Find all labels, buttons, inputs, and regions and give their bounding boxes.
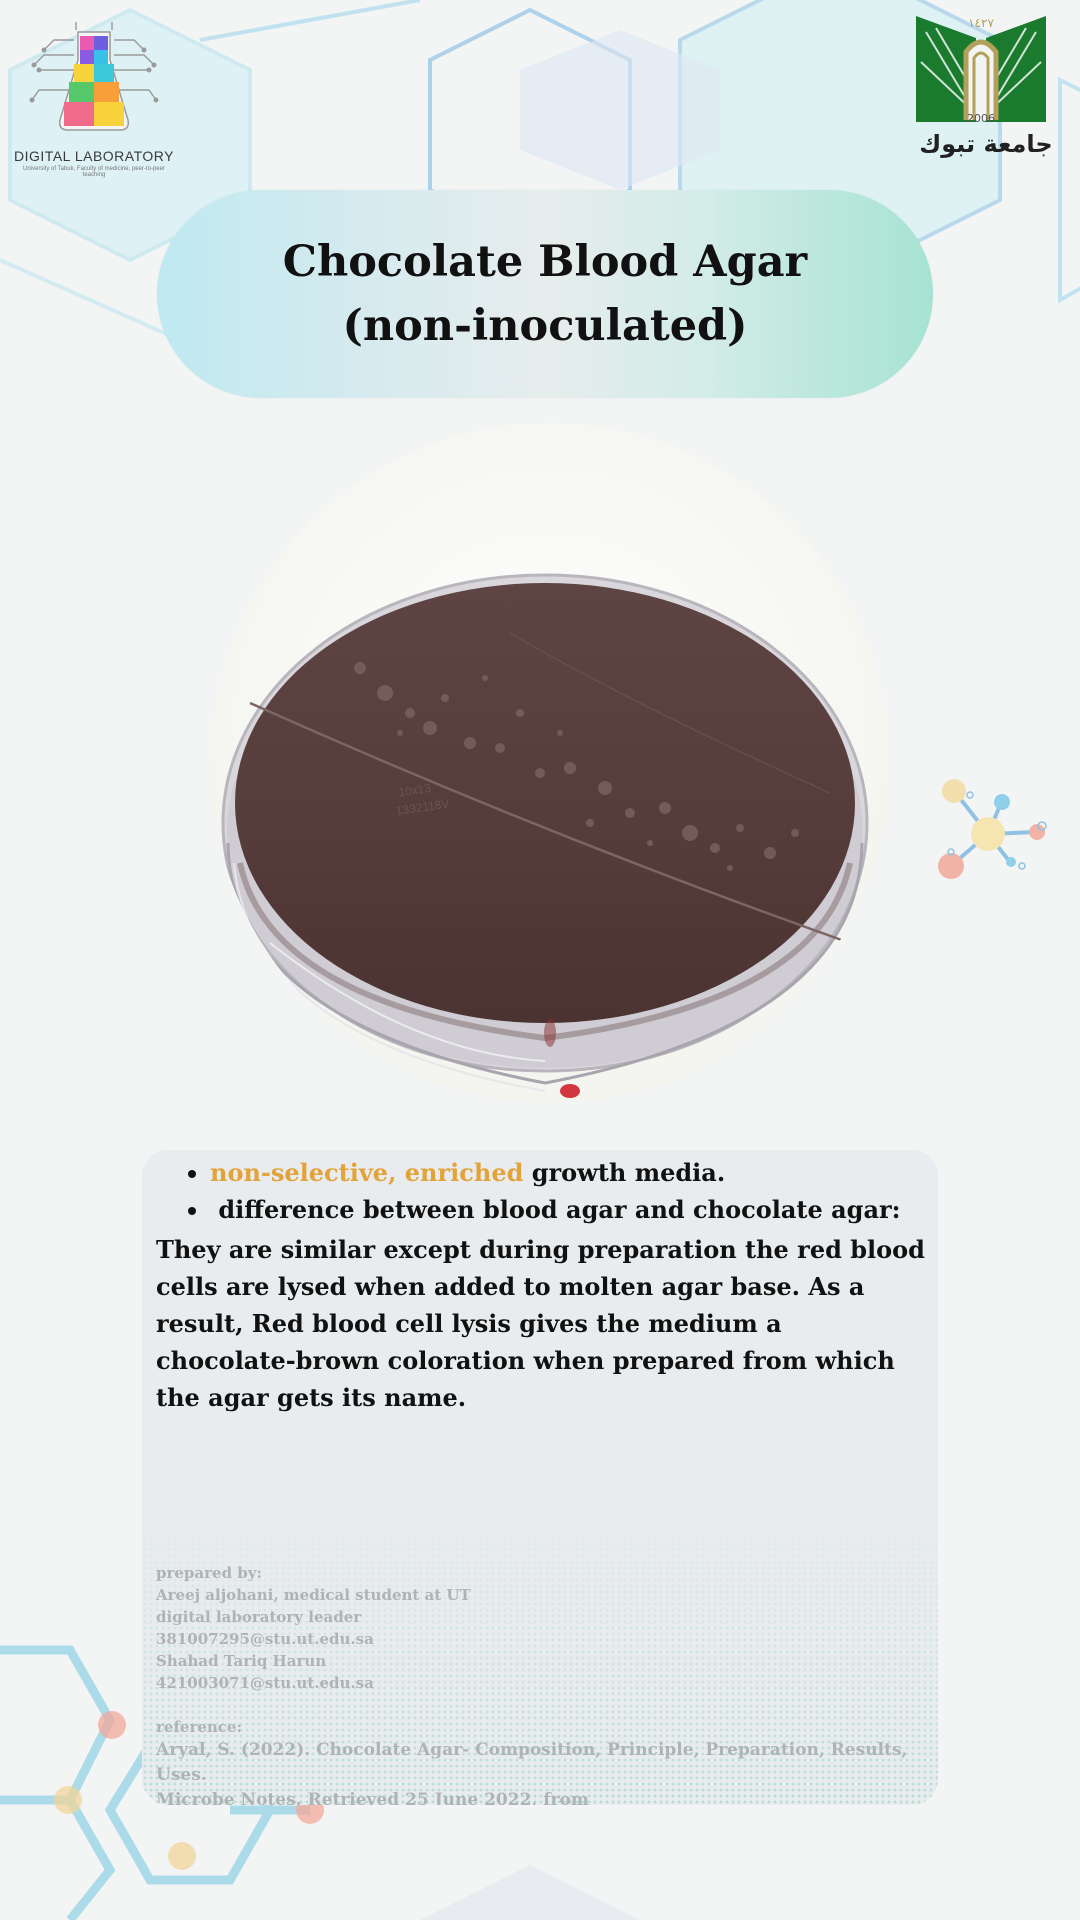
highlighted-text: non-selective, enriched [210,1158,524,1187]
university-year: 2006 [967,112,995,125]
reference-label: reference: [156,1718,243,1736]
digital-laboratory-subcaption: University of Tabuk, Faculty of medicine… [23,166,165,178]
credits-line: Areej aljohani, medical student at UT [156,1586,471,1604]
credits-line: Shahad Tariq Harun [156,1652,327,1670]
university-name: جامعة تبوك [919,130,1053,158]
reference-block: reference: Aryal, S. (2022). Chocolate A… [156,1716,926,1805]
molecule-icon-right [938,779,1047,879]
credits-block: prepared by: Areej aljohani, medical stu… [156,1562,926,1694]
page-title-line2: (non-inoculated) [342,301,748,351]
chocolate-agar-plate-photo: 10x13 1332118V [210,423,890,1103]
credits-email: 421003071@stu.ut.edu.sa [156,1674,374,1692]
bullet-text: difference between blood agar and chocol… [218,1195,901,1224]
credits-line: digital laboratory leader [156,1608,362,1626]
reference-text: Microbe Notes. Retrieved 25 June 2022, f… [156,1790,589,1805]
digital-laboratory-logo: DIGITAL LABORATORY University of Tabuk, … [14,20,174,180]
reference-text: Aryal, S. (2022). Chocolate Agar- Compos… [156,1740,908,1785]
list-item: difference between blood agar and chocol… [210,1191,938,1228]
university-hijri-year: ١٤٢٧ [968,16,994,30]
credits-email: 381007295@stu.ut.edu.sa [156,1630,374,1648]
title-banner: Chocolate Blood Agar (non-inoculated) [157,190,933,398]
list-item: non-selective, enriched growth media. [210,1154,938,1191]
digital-laboratory-caption: DIGITAL LABORATORY [14,148,174,164]
page-title-line1: Chocolate Blood Agar [282,237,808,287]
flask-circuit-icon [29,22,159,131]
university-of-tabuk-logo: ١٤٢٧ 2006 جامعة تبوك [916,12,1054,162]
description-paragraph: They are similar except during preparati… [156,1235,925,1412]
feature-list: non-selective, enriched growth media. di… [172,1154,938,1228]
credits-label: prepared by: [156,1564,263,1582]
description-card: non-selective, enriched growth media. di… [142,1150,938,1805]
bullet-text: growth media. [523,1158,726,1187]
